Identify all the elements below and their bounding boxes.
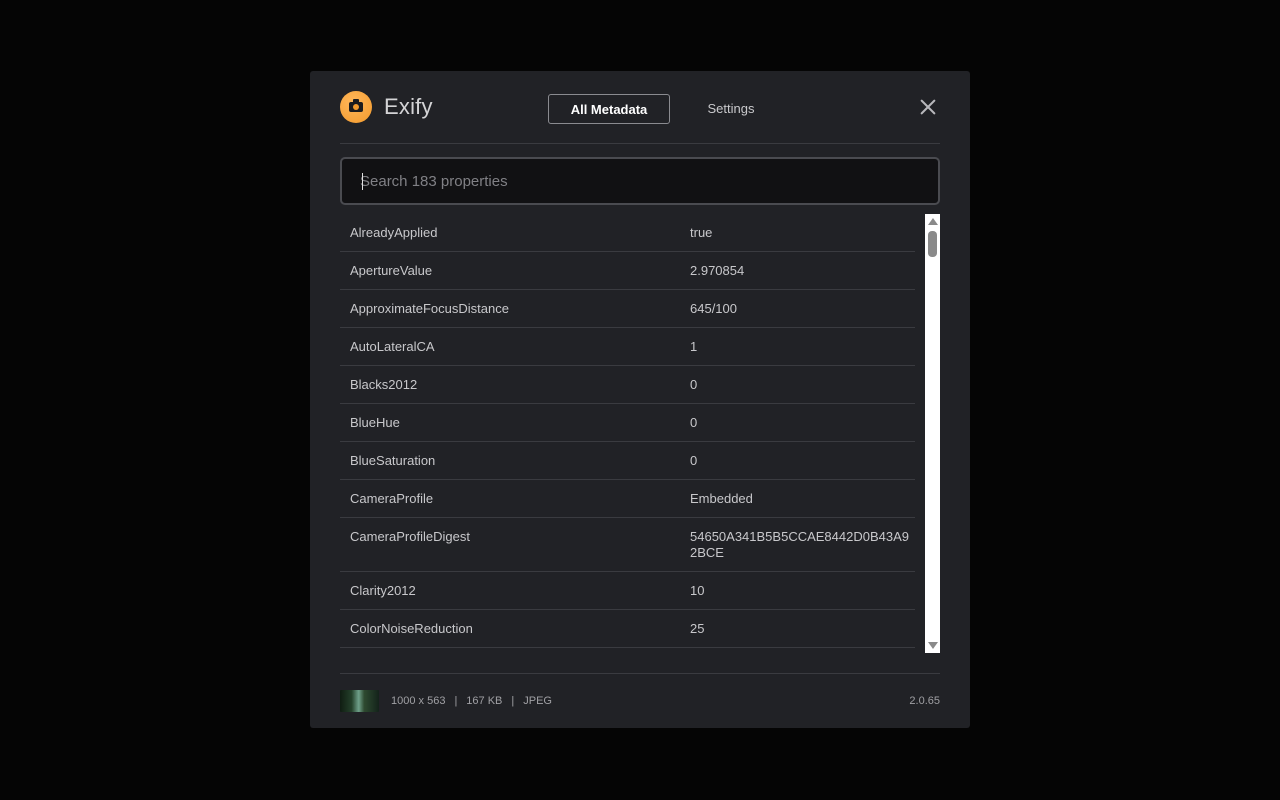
property-value: 0 xyxy=(690,453,698,468)
table-row[interactable]: Clarity2012 10 xyxy=(340,572,915,610)
separator: | xyxy=(511,695,515,707)
search-input[interactable] xyxy=(360,159,920,203)
property-name: BlueSaturation xyxy=(350,453,436,468)
property-name: AutoLateralCA xyxy=(350,339,435,354)
table-row[interactable]: CameraProfileDigest 54650A341B5B5CCAE8442… xyxy=(340,518,915,572)
property-value: true xyxy=(690,225,713,240)
modal-footer: 1000 x 563 | 167 KB | JPEG 2.0.65 xyxy=(340,673,940,729)
property-name: Clarity2012 xyxy=(350,583,416,598)
scroll-up-arrow-icon[interactable] xyxy=(928,218,938,225)
image-format: JPEG xyxy=(523,695,552,707)
property-value: 2.970854 xyxy=(690,263,745,278)
app-version: 2.0.65 xyxy=(909,695,940,707)
text-caret xyxy=(362,173,363,190)
property-name: CameraProfileDigest xyxy=(350,529,470,544)
scroll-thumb[interactable] xyxy=(928,231,937,257)
table-row[interactable]: BlueSaturation 0 xyxy=(340,442,915,480)
tab-settings[interactable]: Settings xyxy=(690,94,772,124)
camera-icon xyxy=(340,91,372,123)
separator: | xyxy=(454,695,458,707)
table-row[interactable]: Blacks2012 0 xyxy=(340,366,915,404)
scroll-down-arrow-icon[interactable] xyxy=(928,642,938,649)
exify-modal: Exify All Metadata Settings AlreadyAppli… xyxy=(310,71,970,728)
property-value: 645/100 xyxy=(690,301,737,316)
property-value: 1 xyxy=(690,339,698,354)
property-name: ApproximateFocusDistance xyxy=(350,301,509,316)
metadata-table[interactable]: AlreadyApplied true ApertureValue 2.970854 A… xyxy=(340,214,940,653)
table-row[interactable]: ApertureValue 2.970854 xyxy=(340,252,915,290)
property-name: AlreadyApplied xyxy=(350,225,438,240)
property-value: 0 xyxy=(690,415,698,430)
app-title: Exify xyxy=(384,94,433,119)
table-row[interactable]: ColorNoiseReductionDetail50 xyxy=(340,648,915,653)
table-row[interactable]: CameraProfile Embedded xyxy=(340,480,915,518)
table-row[interactable]: AutoLateralCA 1 xyxy=(340,328,915,366)
tab-all-metadata[interactable]: All Metadata xyxy=(548,94,670,124)
metadata-rows: AlreadyApplied true ApertureValue 2.970854 A… xyxy=(340,214,915,653)
property-name: ColorNoiseReduction xyxy=(350,621,473,636)
modal-header: Exify All Metadata Settings xyxy=(340,71,940,144)
property-name: CameraProfile xyxy=(350,491,434,506)
image-thumbnail xyxy=(340,690,379,712)
search-box[interactable] xyxy=(340,157,940,205)
property-name: ApertureValue xyxy=(350,263,433,278)
table-row[interactable]: ApproximateFocusDistance 645/100 xyxy=(340,290,915,328)
property-name: BlueHue xyxy=(350,415,400,430)
image-size: 167 KB xyxy=(466,695,503,707)
table-row[interactable]: ColorNoiseReduction 25 xyxy=(340,610,915,648)
table-row[interactable]: BlueHue 0 xyxy=(340,404,915,442)
property-value: Embedded xyxy=(690,491,753,506)
scrollbar[interactable] xyxy=(925,214,940,653)
image-info: 1000 x 563 | 167 KB | JPEG xyxy=(391,695,552,707)
property-value: 10 xyxy=(690,583,705,598)
property-value: 54650A341B5B5CCAE8442D0B43A92BCE xyxy=(690,529,910,560)
table-row[interactable]: AlreadyApplied true xyxy=(340,214,915,252)
property-value: 0 xyxy=(690,377,698,392)
close-icon[interactable] xyxy=(918,97,938,117)
property-name: Blacks2012 xyxy=(350,377,418,392)
property-value: 25 xyxy=(690,621,705,636)
image-dimensions: 1000 x 563 xyxy=(391,695,446,707)
